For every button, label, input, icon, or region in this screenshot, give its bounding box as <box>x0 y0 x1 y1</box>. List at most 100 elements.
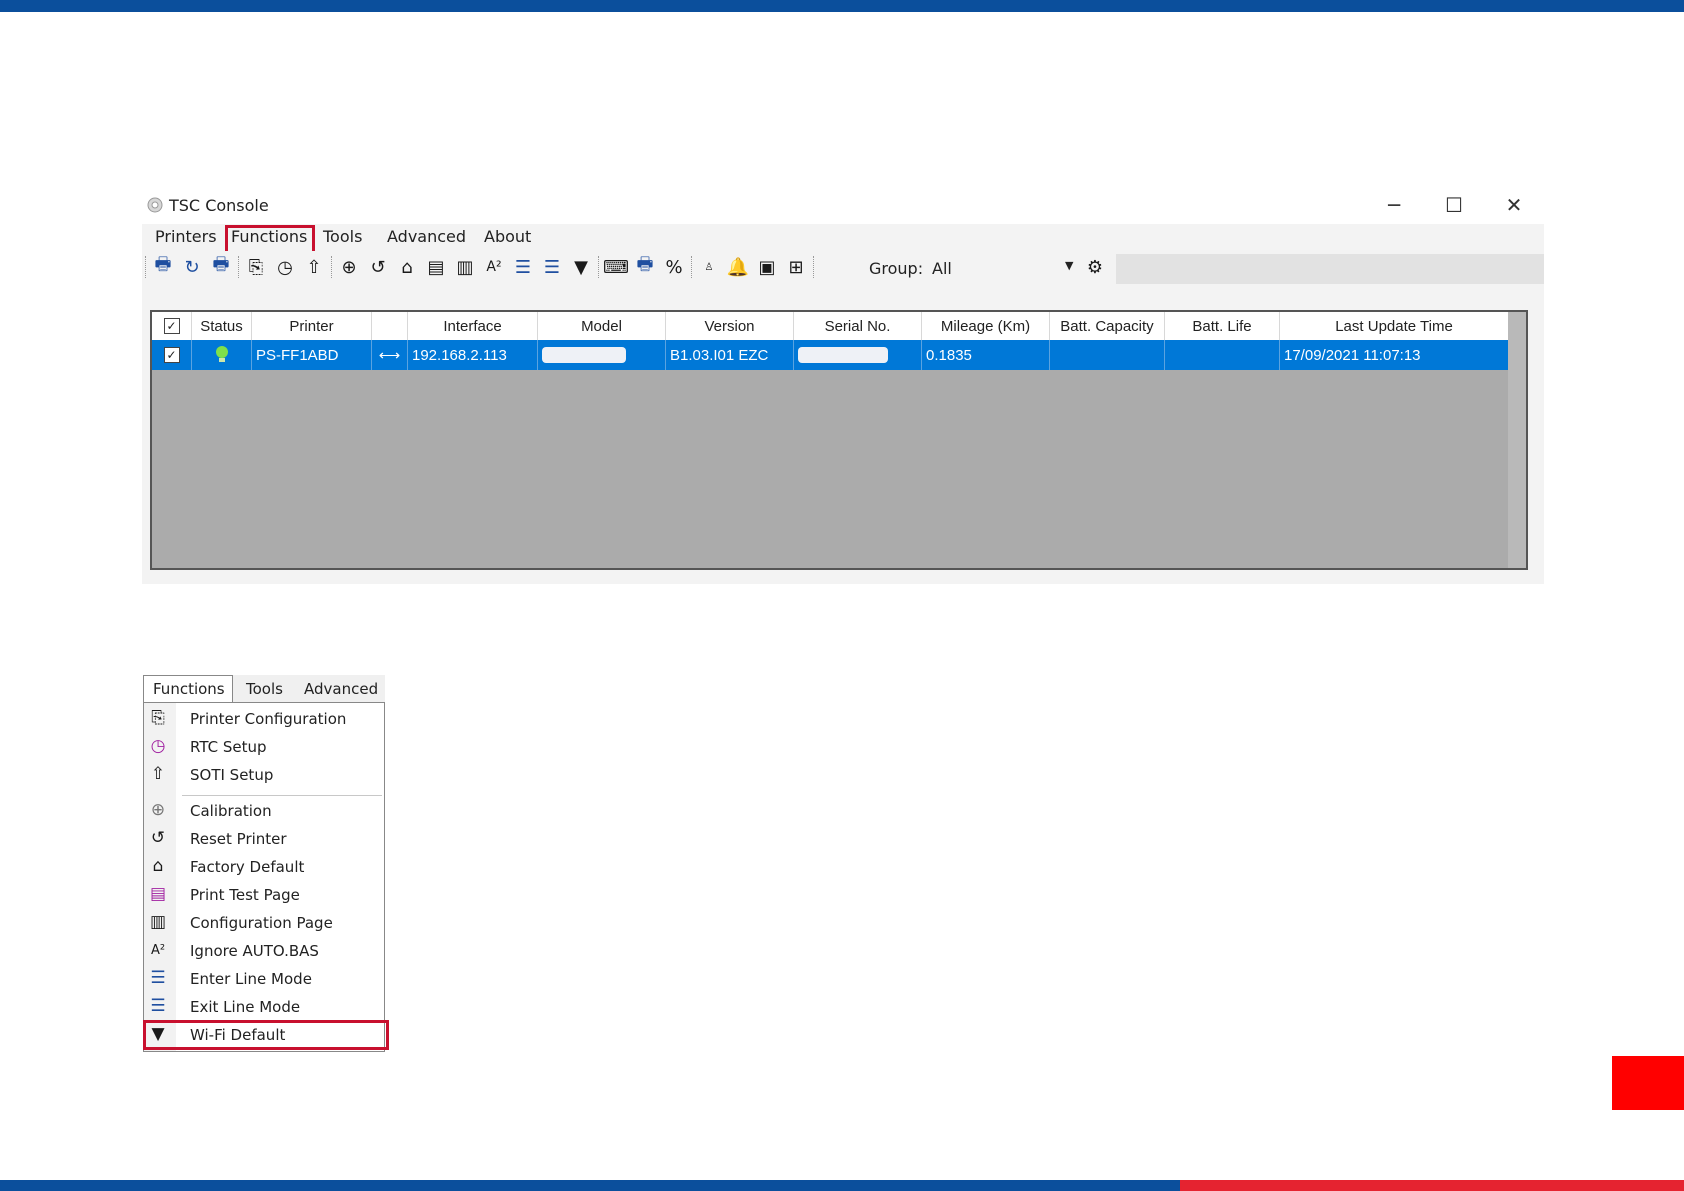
menu-item-label: Factory Default <box>190 858 305 876</box>
printer-grid: ✓ Status Printer Interface Model Version… <box>150 310 1528 570</box>
menu-printers[interactable]: Printers <box>155 227 217 246</box>
minimize-button[interactable]: ─ <box>1372 192 1416 218</box>
header-batt-capacity[interactable]: Batt. Capacity <box>1050 312 1165 340</box>
wifi-icon[interactable]: ▼ <box>570 256 592 278</box>
group-label: Group: <box>869 259 924 278</box>
refresh-icon[interactable]: ↻ <box>181 256 203 278</box>
ignore-autobas-icon[interactable]: A² <box>483 256 505 278</box>
menu-bar: Printers Functions Tools Advanced About <box>142 224 1544 250</box>
cloud-upload-icon[interactable]: ⇧ <box>303 256 325 278</box>
select-all-checkbox[interactable]: ✓ <box>163 318 180 334</box>
status-bulb-icon <box>215 346 228 362</box>
toolbar-separator <box>691 256 693 278</box>
tsc-console-window: TSC Console ─ ☐ ✕ Printers Functions Too… <box>142 188 1544 584</box>
home-icon[interactable]: ⌂ <box>396 256 418 278</box>
menu-item-ignore-autobas[interactable]: A² Ignore AUTO.BAS <box>144 936 384 964</box>
dropdown-menu-tools[interactable]: Tools <box>246 680 283 698</box>
menu-tools[interactable]: Tools <box>323 227 362 246</box>
title-bar: TSC Console ─ ☐ ✕ <box>142 188 1544 224</box>
menu-item-label: Enter Line Mode <box>190 970 312 988</box>
menu-item-enter-line-mode[interactable]: ☰ Enter Line Mode <box>144 964 384 992</box>
config-page-icon: ▥ <box>149 912 167 932</box>
header-batt-life[interactable]: Batt. Life <box>1165 312 1280 340</box>
menu-item-soti-setup[interactable]: ⇧ SOTI Setup <box>144 760 384 788</box>
menu-item-configuration-page[interactable]: ▥ Configuration Page <box>144 908 384 936</box>
printer-send-icon[interactable]: 🖶 <box>634 254 656 278</box>
clock-icon[interactable]: ◷ <box>274 256 296 278</box>
table-row[interactable]: ✓ PS-FF1ABD ⟷ 192.168.2.113 B1.03.I01 EZ… <box>152 340 1508 370</box>
image-icon[interactable]: ▣ <box>756 256 778 278</box>
calibration-icon[interactable]: ⊕ <box>338 256 360 278</box>
header-interface[interactable]: Interface <box>408 312 538 340</box>
menu-item-label: Configuration Page <box>190 914 333 932</box>
menu-item-factory-default[interactable]: ⌂ Factory Default <box>144 852 384 880</box>
chevron-down-icon: ▼ <box>1065 259 1074 272</box>
row-checkbox[interactable]: ✓ <box>163 347 180 363</box>
exit-line-mode-icon[interactable]: ☰ <box>541 256 563 278</box>
menu-item-printer-configuration[interactable]: ⎘ Printer Configuration <box>144 704 384 732</box>
small-person-icon[interactable]: ♙ <box>698 256 720 278</box>
header-mileage[interactable]: Mileage (Km) <box>922 312 1050 340</box>
menu-advanced[interactable]: Advanced <box>387 227 466 246</box>
header-printer[interactable]: Printer <box>252 312 372 340</box>
menu-item-label: Printer Configuration <box>190 710 347 728</box>
printer-add-icon[interactable]: 🖶 <box>152 254 174 278</box>
header-model[interactable]: Model <box>538 312 666 340</box>
printer-config-icon: ⎘ <box>151 708 165 728</box>
gear-icon[interactable]: ⚙ <box>1084 256 1106 278</box>
group-select[interactable]: All ▼ <box>930 256 1078 278</box>
test-page-icon[interactable]: ▤ <box>425 256 447 278</box>
enter-line-mode-icon[interactable]: ☰ <box>512 256 534 278</box>
reset-icon[interactable]: ↺ <box>367 256 389 278</box>
header-last-update[interactable]: Last Update Time <box>1280 312 1508 340</box>
printer-config-icon[interactable]: ⎘ <box>245 256 267 278</box>
cloud-upload-icon: ⇧ <box>150 764 166 784</box>
menu-item-reset-printer[interactable]: ↺ Reset Printer <box>144 824 384 852</box>
config-page-icon[interactable]: ▥ <box>454 256 476 278</box>
batt-capacity-cell <box>1050 340 1165 370</box>
header-serial[interactable]: Serial No. <box>794 312 922 340</box>
row-select-cell[interactable]: ✓ <box>152 340 192 370</box>
header-version[interactable]: Version <box>666 312 794 340</box>
header-select-all[interactable]: ✓ <box>152 312 192 340</box>
menu-item-label: Ignore AUTO.BAS <box>190 942 319 960</box>
toolbar-separator <box>145 256 147 278</box>
toolbar-separator <box>813 256 815 278</box>
menu-item-label: Calibration <box>190 802 272 820</box>
grid-header: ✓ Status Printer Interface Model Version… <box>152 312 1508 341</box>
command-icon[interactable]: ⌨ <box>603 256 629 278</box>
menu-item-label: Print Test Page <box>190 886 300 904</box>
mileage-cell: 0.1835 <box>922 340 1050 370</box>
header-status[interactable]: Status <box>192 312 252 340</box>
chip-icon[interactable]: ⊞ <box>785 256 807 278</box>
bell-icon[interactable]: 🔔 <box>727 256 749 278</box>
dropdown-menu-functions[interactable]: Functions <box>153 680 225 698</box>
toolbar-separator <box>331 256 333 278</box>
printer-cell: PS-FF1ABD <box>252 340 372 370</box>
batt-life-cell <box>1165 340 1280 370</box>
menu-item-label: RTC Setup <box>190 738 267 756</box>
group-select-value: All <box>932 259 952 278</box>
functions-highlight-box <box>225 225 315 254</box>
menu-item-calibration[interactable]: ⊕ Calibration <box>144 796 384 824</box>
maximize-button[interactable]: ☐ <box>1432 192 1476 218</box>
close-button[interactable]: ✕ <box>1492 192 1536 218</box>
toolbar-empty-area <box>1116 254 1544 284</box>
menu-about[interactable]: About <box>484 227 531 246</box>
home-icon: ⌂ <box>152 856 164 876</box>
reset-icon: ↺ <box>150 828 166 848</box>
menu-item-label: Reset Printer <box>190 830 287 848</box>
enter-line-mode-icon: ☰ <box>150 968 166 988</box>
menu-item-exit-line-mode[interactable]: ☰ Exit Line Mode <box>144 992 384 1020</box>
menu-item-print-test-page[interactable]: ▤ Print Test Page <box>144 880 384 908</box>
menu-item-rtc-setup[interactable]: ◷ RTC Setup <box>144 732 384 760</box>
percent-icon[interactable]: % <box>663 256 685 278</box>
vertical-scrollbar[interactable] <box>1508 312 1526 568</box>
printer-remove-icon[interactable]: 🖶 <box>210 254 232 278</box>
bottom-accent-bar-blue <box>0 1180 1180 1191</box>
dropdown-menu-advanced[interactable]: Advanced <box>304 680 378 698</box>
toolbar: 🖶 ↻ 🖶 ⎘ ◷ ⇧ ⊕ ↺ ⌂ ▤ ▥ A² ☰ ☰ ▼ ⌨ 🖶 % ♙ 🔔… <box>142 251 1544 284</box>
header-connection[interactable] <box>372 312 408 340</box>
status-cell <box>192 340 252 370</box>
version-cell: B1.03.I01 EZC <box>666 340 794 370</box>
